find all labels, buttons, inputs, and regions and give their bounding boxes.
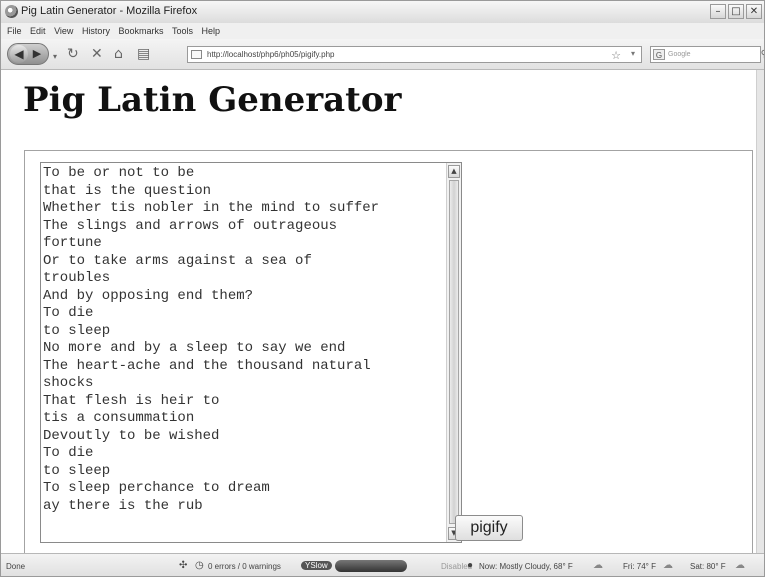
menu-tools[interactable]: Tools xyxy=(172,23,193,39)
title-bar: Pig Latin Generator - Mozilla Firefox – … xyxy=(1,1,764,24)
page-content: Pig Latin Generator To be or not to be t… xyxy=(1,70,758,553)
weather-fri[interactable]: Fri: 74° F xyxy=(623,562,656,571)
search-icon[interactable]: ⚲ xyxy=(761,49,764,60)
sun-cloud-icon: ☁ xyxy=(663,560,673,571)
pigify-form: To be or not to be that is the question … xyxy=(24,150,753,553)
firebug-status[interactable]: 0 errors / 0 warnings xyxy=(208,562,281,571)
weather-now[interactable]: Now: Mostly Cloudy, 68° F xyxy=(479,562,573,571)
stop-icon[interactable]: ✕ xyxy=(91,47,103,61)
search-placeholder: Google xyxy=(668,51,691,58)
yslow-badge[interactable]: YSlow xyxy=(301,561,332,570)
textarea-scrollbar[interactable]: ▲ ▼ xyxy=(446,163,461,542)
url-text: http://localhost/php6/ph05/pigify.php xyxy=(207,50,335,59)
puzzle-icon: ✣ xyxy=(179,560,188,571)
browser-window: Pig Latin Generator - Mozilla Firefox – … xyxy=(0,0,765,577)
scroll-up-icon[interactable]: ▲ xyxy=(448,165,460,178)
window-title: Pig Latin Generator - Mozilla Firefox xyxy=(21,5,198,17)
textarea-content: To be or not to be that is the question … xyxy=(43,165,380,514)
menu-bar: File Edit View History Bookmarks Tools H… xyxy=(1,23,764,39)
cloud-icon: ☁ xyxy=(593,560,603,571)
navigation-toolbar: ◀ ▶ ▾ ↻ ✕ ⌂ ▤ http://localhost/php6/ph05… xyxy=(1,39,764,70)
url-dropdown-icon[interactable]: ▾ xyxy=(631,49,635,58)
maximize-button[interactable]: □ xyxy=(728,4,744,19)
bookmark-page-icon[interactable]: ▤ xyxy=(137,47,150,61)
firefox-icon xyxy=(5,5,18,18)
page-icon xyxy=(191,50,202,59)
status-text: Done xyxy=(6,562,26,571)
globe-icon: ● xyxy=(467,560,474,571)
window-controls: – □ ✕ xyxy=(710,4,762,19)
search-engine-icon[interactable]: G xyxy=(653,49,665,60)
cloud-icon-2: ☁ xyxy=(735,560,745,571)
history-dropdown-icon[interactable]: ▾ xyxy=(53,50,57,64)
extension-pill[interactable] xyxy=(335,560,407,572)
weather-sat[interactable]: Sat: 80° F xyxy=(690,562,726,571)
menu-view[interactable]: View xyxy=(54,23,73,39)
check-icon: ◷ xyxy=(195,560,204,571)
scroll-thumb[interactable] xyxy=(449,180,459,524)
menu-history[interactable]: History xyxy=(82,23,110,39)
status-bar: Done ✣ ◷ 0 errors / 0 warnings YSlow Dis… xyxy=(1,553,764,576)
menu-bookmarks[interactable]: Bookmarks xyxy=(118,23,163,39)
back-button[interactable]: ◀ xyxy=(10,45,28,63)
menu-help[interactable]: Help xyxy=(202,23,221,39)
page-scrollbar[interactable] xyxy=(756,70,764,553)
address-bar[interactable]: http://localhost/php6/ph05/pigify.php ☆ … xyxy=(187,46,642,63)
reload-icon[interactable]: ↻ xyxy=(67,47,79,61)
input-textarea[interactable]: To be or not to be that is the question … xyxy=(40,162,462,543)
back-forward-group: ◀ ▶ xyxy=(7,43,49,65)
forward-button[interactable]: ▶ xyxy=(30,46,44,62)
menu-edit[interactable]: Edit xyxy=(30,23,46,39)
star-icon[interactable]: ☆ xyxy=(611,49,621,62)
search-box[interactable]: G Google ⚲ xyxy=(650,46,764,63)
close-button[interactable]: ✕ xyxy=(746,4,762,19)
menu-file[interactable]: File xyxy=(7,23,22,39)
minimize-button[interactable]: – xyxy=(710,4,726,19)
pigify-button[interactable]: pigify xyxy=(455,515,523,541)
home-icon[interactable]: ⌂ xyxy=(114,47,123,61)
page-title: Pig Latin Generator xyxy=(23,80,402,120)
